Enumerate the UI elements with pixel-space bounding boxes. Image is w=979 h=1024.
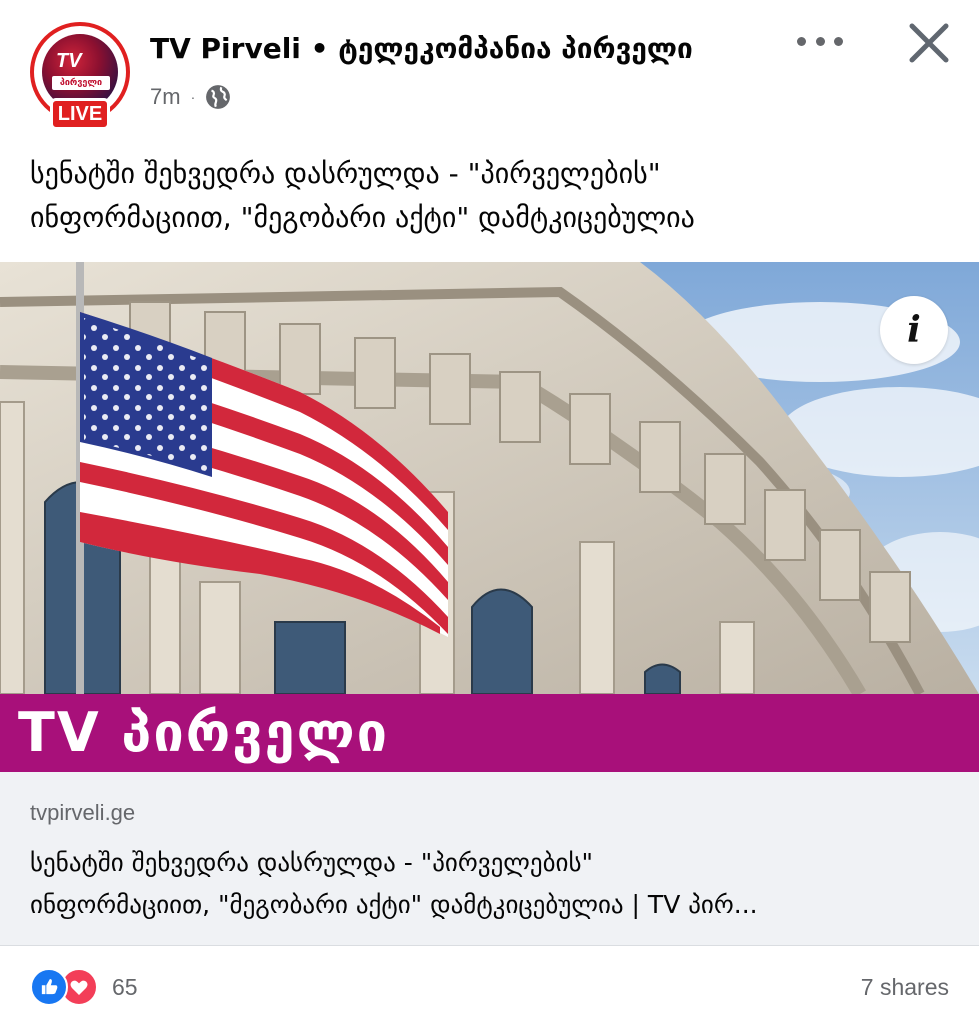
shares-count[interactable]: 7 shares bbox=[861, 974, 949, 1001]
info-icon[interactable]: i bbox=[880, 296, 948, 364]
close-icon[interactable] bbox=[904, 18, 954, 68]
post-timestamp[interactable]: 7m bbox=[150, 84, 181, 110]
post-message-line: ინფორმაციით, "მეგობარი აქტი" დამტკიცებულ… bbox=[30, 201, 695, 234]
avatar-sub-text: პირველი bbox=[52, 76, 110, 90]
page-avatar[interactable]: TV პირველი LIVE bbox=[30, 22, 132, 134]
brand-banner: TV პირველი bbox=[0, 694, 979, 772]
meta-separator: · bbox=[190, 89, 196, 105]
post-footer: 65 7 shares bbox=[0, 946, 979, 1024]
link-title-line: ინფორმაციით, "მეგობარი აქტი" დამტკიცებულ… bbox=[30, 890, 758, 919]
capitol-flag-photo bbox=[0, 262, 979, 694]
reaction-count: 65 bbox=[112, 973, 138, 1000]
post-message: სენატში შეხვედრა დასრულდა - "პირველების"… bbox=[30, 152, 960, 240]
more-dot bbox=[797, 36, 806, 46]
avatar-logo-text: TV bbox=[56, 50, 82, 72]
post-meta: 7m · bbox=[150, 82, 231, 112]
post-header: TV პირველი LIVE TV Pirveli • ტელეკომპანი… bbox=[0, 0, 979, 140]
brand-banner-text: TV პირველი bbox=[18, 701, 390, 764]
link-domain: tvpirveli.ge bbox=[30, 800, 136, 825]
globe-icon[interactable] bbox=[205, 84, 231, 110]
page-name-link[interactable]: TV Pirveli • ტელეკომპანია პირველი bbox=[150, 32, 750, 65]
link-title-line: სენატში შეხვედრა დასრულდა - "პირველების" bbox=[30, 848, 594, 877]
reactions-summary[interactable]: 65 bbox=[30, 968, 138, 1006]
more-dot bbox=[834, 36, 843, 46]
like-icon bbox=[30, 968, 68, 1006]
link-title: სენატში შეხვედრა დასრულდა - "პირველების"… bbox=[30, 842, 950, 926]
live-badge: LIVE bbox=[50, 98, 110, 130]
post-image[interactable] bbox=[0, 262, 979, 694]
more-options-button[interactable] bbox=[795, 24, 845, 58]
more-dot bbox=[815, 36, 825, 46]
post-message-line: სენატში შეხვედრა დასრულდა - "პირველების" bbox=[30, 157, 661, 190]
link-preview-card[interactable]: tvpirveli.ge სენატში შეხვედრა დასრულდა -… bbox=[0, 772, 979, 946]
